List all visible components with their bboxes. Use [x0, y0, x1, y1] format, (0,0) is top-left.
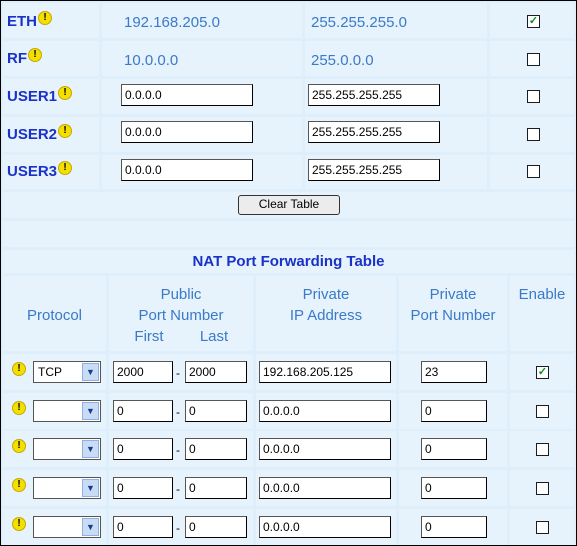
enable-checkbox[interactable]	[536, 443, 549, 456]
host-label-user2: USER2!	[7, 124, 73, 143]
protocol-select[interactable]: ▼	[33, 477, 101, 499]
host-address-value: 192.168.205.0	[124, 14, 220, 31]
warning-icon: !	[58, 86, 73, 100]
host-enable-checkbox[interactable]	[527, 165, 540, 178]
header-public: Public	[160, 286, 202, 303]
host-label-eth: ETH!	[7, 11, 52, 30]
protocol-value: TCP	[38, 365, 62, 379]
protocol-select[interactable]: ▼	[33, 400, 101, 422]
range-dash: -	[176, 443, 180, 457]
host-mask-input[interactable]: 255.255.255.255	[308, 84, 440, 106]
header-enable: Enable	[518, 286, 566, 303]
host-enable-checkbox[interactable]	[527, 128, 540, 141]
private-ip-input[interactable]: 0.0.0.0	[259, 438, 391, 460]
warning-icon: !	[38, 11, 52, 25]
host-mask-input[interactable]: 255.255.255.255	[308, 159, 440, 181]
host-label-text: USER3	[7, 163, 58, 180]
private-ip-input[interactable]: 0.0.0.0	[259, 516, 391, 538]
private-port-input[interactable]: 0	[421, 400, 487, 422]
public-port-first-input[interactable]: 0	[113, 516, 173, 538]
host-label-text: RF	[7, 50, 27, 67]
chevron-down-icon[interactable]: ▼	[82, 440, 99, 458]
header-private-port: Private	[429, 286, 477, 303]
private-ip-input[interactable]: 0.0.0.0	[259, 477, 391, 499]
chevron-down-icon[interactable]: ▼	[82, 363, 99, 381]
warning-icon: !	[12, 439, 26, 453]
private-ip-input[interactable]: 0.0.0.0	[259, 400, 391, 422]
range-dash: -	[176, 521, 180, 535]
public-port-first-input[interactable]: 0	[113, 438, 173, 460]
private-port-input[interactable]: 0	[421, 438, 487, 460]
host-enable-checkbox[interactable]: ✓	[527, 15, 540, 28]
warning-icon: !	[12, 362, 26, 376]
public-port-last-input[interactable]: 2000	[185, 361, 247, 383]
public-port-first-input[interactable]: 2000	[113, 361, 173, 383]
warning-icon: !	[28, 48, 42, 62]
range-dash: -	[176, 405, 180, 419]
private-port-input[interactable]: 0	[421, 516, 487, 538]
private-ip-input[interactable]: 192.168.205.125	[259, 361, 391, 383]
warning-icon: !	[58, 161, 73, 175]
chevron-down-icon[interactable]: ▼	[82, 479, 99, 497]
host-label-text: ETH	[7, 13, 37, 30]
warning-icon: !	[58, 124, 73, 138]
host-mask-input[interactable]: 255.255.255.255	[308, 121, 440, 143]
chevron-down-icon[interactable]: ▼	[82, 402, 99, 420]
host-address-value: 10.0.0.0	[124, 52, 179, 69]
enable-checkbox[interactable]: ✓	[536, 366, 549, 379]
clear-table-button[interactable]: Clear Table	[238, 195, 340, 215]
host-mask-value: 255.0.0.0	[311, 52, 374, 69]
header-first: First	[134, 328, 164, 345]
public-port-first-input[interactable]: 0	[113, 400, 173, 422]
spacer-row	[3, 221, 574, 247]
header-ip-address: IP Address	[289, 307, 363, 324]
header-port-number: Port Number	[138, 307, 224, 324]
protocol-select[interactable]: ▼	[33, 438, 101, 460]
host-label-user1: USER1!	[7, 86, 73, 105]
nat-table-title: NAT Port Forwarding Table	[192, 253, 385, 270]
range-dash: -	[176, 482, 180, 496]
warning-icon: !	[12, 478, 26, 492]
host-label-rf: RF!	[7, 48, 42, 67]
protocol-select[interactable]: ▼	[33, 516, 101, 538]
host-address-input[interactable]: 0.0.0.0	[121, 84, 253, 106]
enable-checkbox[interactable]	[536, 482, 549, 495]
warning-icon: !	[12, 401, 26, 415]
header-protocol: Protocol	[26, 307, 83, 324]
enable-checkbox[interactable]	[536, 405, 549, 418]
public-port-last-input[interactable]: 0	[185, 400, 247, 422]
host-enable-checkbox[interactable]	[527, 53, 540, 66]
private-port-input[interactable]: 23	[421, 361, 487, 383]
host-label-text: USER1	[7, 88, 58, 105]
range-dash: -	[176, 366, 180, 380]
settings-panel: ETH! 192.168.205.0 255.255.255.0 ✓ RF! 1…	[0, 0, 577, 546]
host-mask-value: 255.255.255.0	[311, 14, 407, 31]
public-port-last-input[interactable]: 0	[185, 477, 247, 499]
header-last: Last	[199, 328, 229, 345]
public-port-last-input[interactable]: 0	[185, 438, 247, 460]
private-port-input[interactable]: 0	[421, 477, 487, 499]
host-label-user3: USER3!	[7, 161, 73, 180]
host-address-input[interactable]: 0.0.0.0	[121, 121, 253, 143]
public-port-first-input[interactable]: 0	[113, 477, 173, 499]
header-private-ip: Private	[302, 286, 350, 303]
public-port-last-input[interactable]: 0	[185, 516, 247, 538]
chevron-down-icon[interactable]: ▼	[82, 518, 99, 536]
warning-icon: !	[12, 517, 26, 531]
protocol-select[interactable]: TCP ▼	[33, 361, 101, 383]
host-address-input[interactable]: 0.0.0.0	[121, 159, 253, 181]
host-label-text: USER2	[7, 126, 58, 143]
header-private-port-number: Port Number	[410, 307, 496, 324]
host-enable-checkbox[interactable]	[527, 90, 540, 103]
enable-checkbox[interactable]	[536, 521, 549, 534]
